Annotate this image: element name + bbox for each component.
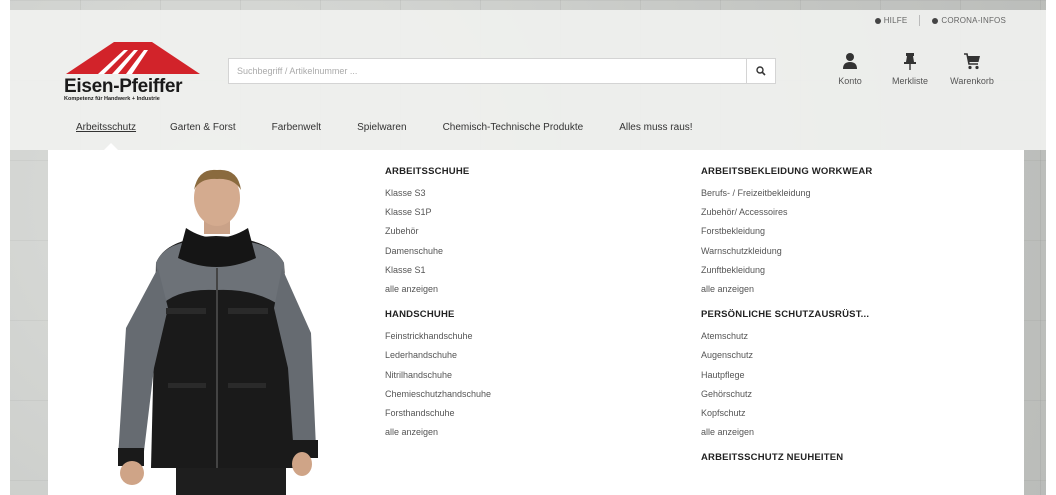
menu-link[interactable]: Klasse S3	[385, 184, 665, 203]
menu-link-show-all[interactable]: alle anzeigen	[701, 280, 1001, 299]
corona-info-link[interactable]: CORONA-INFOS	[932, 16, 1006, 25]
menu-link[interactable]: Nitrilhandschuhe	[385, 366, 665, 385]
help-label: HILFE	[883, 16, 908, 25]
cart-icon	[964, 53, 980, 70]
menu-link[interactable]: Forstbekleidung	[701, 222, 1001, 241]
active-nav-caret	[104, 143, 118, 150]
menu-group-title[interactable]: ARBEITSSCHUTZ NEUHEITEN	[701, 452, 1001, 463]
nav-item-farbenwelt[interactable]: Farbenwelt	[272, 122, 321, 142]
menu-link[interactable]: Damenschuhe	[385, 242, 665, 261]
menu-link[interactable]: Kopfschutz	[701, 404, 1001, 423]
logo-name: Eisen-Pfeiffer	[64, 76, 183, 97]
menu-link[interactable]: Chemieschutzhandschuhe	[385, 385, 665, 404]
cart-button[interactable]: Warenkorb	[942, 50, 1002, 86]
info-icon	[932, 17, 939, 24]
menu-group-title[interactable]: PERSÖNLICHE SCHUTZAUSRÜST...	[701, 309, 1001, 320]
menu-link[interactable]: Forsthandschuhe	[385, 404, 665, 423]
nav-item-alles-muss-raus[interactable]: Alles muss raus!	[619, 122, 692, 142]
menu-group-neuheiten: ARBEITSSCHUTZ NEUHEITEN	[701, 452, 1001, 463]
left-border	[0, 0, 10, 495]
nav-item-arbeitsschutz[interactable]: Arbeitsschutz	[76, 122, 136, 142]
menu-link[interactable]: Klasse S1P	[385, 203, 665, 222]
menu-link[interactable]: Klasse S1	[385, 261, 665, 280]
menu-group-handschuhe: HANDSCHUHE Feinstrickhandschuhe Lederhan…	[385, 309, 665, 442]
menu-column-1: ARBEITSSCHUHE Klasse S3 Klasse S1P Zubeh…	[385, 166, 665, 452]
right-border	[1046, 0, 1056, 495]
menu-group-title[interactable]: HANDSCHUHE	[385, 309, 665, 320]
account-button[interactable]: Konto	[820, 50, 880, 86]
menu-link[interactable]: Feinstrickhandschuhe	[385, 327, 665, 346]
account-label: Konto	[838, 76, 862, 86]
menu-group-title[interactable]: ARBEITSSCHUHE	[385, 166, 665, 177]
user-icon	[843, 53, 857, 69]
header-actions: Konto Merkliste Warenkorb	[820, 50, 1010, 95]
menu-link[interactable]: Atemschutz	[701, 327, 1001, 346]
menu-link[interactable]: Lederhandschuhe	[385, 346, 665, 365]
mega-menu-panel: ARBEITSSCHUHE Klasse S3 Klasse S1P Zubeh…	[48, 150, 1024, 495]
menu-link-show-all[interactable]: alle anzeigen	[701, 423, 1001, 442]
menu-link-show-all[interactable]: alle anzeigen	[385, 280, 665, 299]
menu-link[interactable]: Berufs- / Freizeitbekleidung	[701, 184, 1001, 203]
menu-link[interactable]: Warnschutzkleidung	[701, 242, 1001, 261]
search-button[interactable]	[746, 59, 775, 83]
site-logo[interactable]: Eisen-Pfeiffer Kompetenz für Handwerk + …	[64, 40, 204, 105]
menu-group-title[interactable]: ARBEITSBEKLEIDUNG WORKWEAR	[701, 166, 1001, 177]
menu-link[interactable]: Gehörschutz	[701, 385, 1001, 404]
workwear-model-image	[118, 169, 318, 495]
pin-icon	[904, 53, 916, 70]
search-icon	[756, 66, 766, 76]
search-bar	[228, 58, 776, 84]
menu-group-arbeitsschuhe: ARBEITSSCHUHE Klasse S3 Klasse S1P Zubeh…	[385, 166, 665, 299]
top-links: HILFE CORONA-INFOS	[874, 15, 1006, 26]
search-input[interactable]	[229, 59, 755, 83]
menu-group-arbeitsbekleidung: ARBEITSBEKLEIDUNG WORKWEAR Berufs- / Fre…	[701, 166, 1001, 299]
wishlist-label: Merkliste	[891, 76, 928, 86]
logo-tagline: Kompetenz für Handwerk + Industrie	[64, 96, 160, 102]
menu-link[interactable]: Hautpflege	[701, 366, 1001, 385]
menu-link[interactable]: Augenschutz	[701, 346, 1001, 365]
nav-item-garten-forst[interactable]: Garten & Forst	[170, 122, 236, 142]
top-links-divider	[919, 15, 921, 26]
corona-info-label: CORONA-INFOS	[941, 16, 1006, 25]
main-navigation: Arbeitsschutz Garten & Forst Farbenwelt …	[76, 122, 693, 142]
menu-column-2: ARBEITSBEKLEIDUNG WORKWEAR Berufs- / Fre…	[701, 166, 1001, 473]
help-icon	[874, 17, 881, 24]
menu-link[interactable]: Zubehör	[385, 222, 665, 241]
help-link[interactable]: HILFE	[874, 16, 908, 25]
nav-item-spielwaren[interactable]: Spielwaren	[357, 122, 406, 142]
menu-link[interactable]: Zubehör/ Accessoires	[701, 203, 1001, 222]
wishlist-button[interactable]: Merkliste	[880, 50, 940, 86]
nav-item-chemisch-technische-produkte[interactable]: Chemisch-Technische Produkte	[443, 122, 584, 142]
menu-link[interactable]: Zunftbekleidung	[701, 261, 1001, 280]
roof-logo-icon	[66, 42, 200, 74]
menu-group-schutzausruestung: PERSÖNLICHE SCHUTZAUSRÜST... Atemschutz …	[701, 309, 1001, 442]
menu-link-show-all[interactable]: alle anzeigen	[385, 423, 665, 442]
cart-label: Warenkorb	[950, 76, 994, 86]
